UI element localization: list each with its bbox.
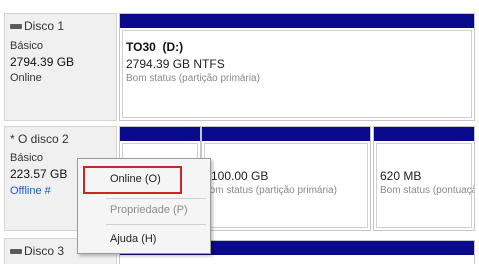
disk2-partition-2[interactable]: 100.00 GB Bom status (partição primária) — [201, 126, 371, 231]
menu-separator — [106, 198, 206, 199]
context-menu: Online (O) Propriedade (P) Ajuda (H) — [77, 158, 211, 254]
partition-size: 2794.39 GB NTFS — [126, 57, 225, 71]
disk2-partition-3[interactable]: 620 MB Bom status (pontuação — [373, 126, 475, 231]
disk2-capacity: 223.57 GB — [10, 167, 68, 181]
partition-header-bar — [374, 127, 474, 141]
partition-status: Bom status (pontuação — [380, 185, 475, 196]
menu-item-help[interactable]: Ajuda (H) — [110, 233, 156, 245]
disk1-partition-d[interactable]: TO30 (D:) 2794.39 GB NTFS Bom status (pa… — [119, 13, 475, 121]
disk1-info-panel[interactable]: Disco 1 Básico 2794.39 GB Online — [4, 13, 117, 121]
partition-size: 620 MB — [380, 169, 422, 183]
partition-status: Bom status (partição primária) — [203, 185, 337, 196]
disk2-type: Básico — [10, 152, 44, 164]
disk-icon — [10, 24, 22, 30]
partition-volume-label: TO30 (D:) — [126, 40, 184, 54]
menu-item-online[interactable]: Online (O) — [110, 173, 161, 185]
partition-header-bar — [120, 127, 200, 141]
disk1-status: Online — [10, 72, 42, 84]
menu-separator — [106, 224, 206, 225]
disk3-name: Disco 3 — [10, 244, 64, 258]
disk-icon — [10, 249, 22, 255]
disk2-status-offline[interactable]: Offline # — [10, 185, 51, 197]
disk1-type: Básico — [10, 40, 44, 52]
disk2-name: * O disco 2 — [10, 132, 69, 146]
partition-size: 100.00 GB — [211, 169, 269, 183]
partition-header-bar — [120, 14, 474, 28]
disk1-capacity: 2794.39 GB — [10, 55, 75, 69]
disk1-name: Disco 1 — [10, 19, 64, 33]
partition-status: Bom status (partição primária) — [126, 73, 260, 84]
menu-item-properties[interactable]: Propriedade (P) — [110, 204, 188, 216]
partition-header-bar — [202, 127, 370, 141]
